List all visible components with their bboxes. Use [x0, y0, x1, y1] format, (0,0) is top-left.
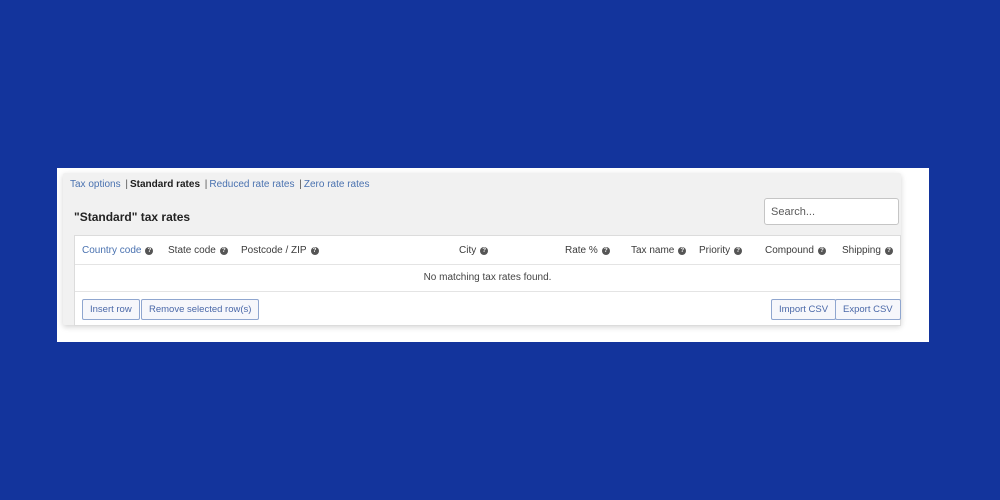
column-label: Country code [82, 245, 142, 256]
subnav-separator: | [125, 179, 128, 190]
subnav-separator: | [299, 179, 302, 190]
page-title: "Standard" tax rates [74, 210, 191, 224]
help-icon[interactable]: ? [480, 246, 489, 255]
subnav-reduced-rates[interactable]: Reduced rate rates [209, 179, 294, 190]
column-label: Rate % [565, 245, 598, 256]
tax-rates-table: Country code? State code? Postcode / ZIP… [74, 235, 901, 326]
subnav-standard-rates[interactable]: Standard rates [130, 179, 200, 190]
help-icon[interactable]: ? [817, 246, 826, 255]
export-csv-button[interactable]: Export CSV [835, 299, 901, 320]
help-icon[interactable]: ? [219, 246, 228, 255]
tax-rates-panel: Tax options | Standard rates | Reduced rat… [63, 173, 901, 326]
tax-subnav: Tax options | Standard rates | Reduced rat… [70, 179, 369, 190]
column-compound: Compound? [765, 245, 826, 256]
column-label: City [459, 245, 477, 256]
subnav-zero-rates[interactable]: Zero rate rates [304, 179, 370, 190]
column-priority: Priority? [699, 245, 743, 256]
help-icon[interactable]: ? [678, 246, 687, 255]
import-csv-button[interactable]: Import CSV [771, 299, 837, 320]
column-country-code[interactable]: Country code? [82, 245, 154, 256]
column-shipping: Shipping? [842, 245, 893, 256]
empty-table-message: No matching tax rates found. [75, 264, 900, 292]
help-icon[interactable]: ? [310, 246, 319, 255]
column-rate: Rate %? [565, 245, 610, 256]
column-label: Compound [765, 245, 814, 256]
help-icon[interactable]: ? [601, 246, 610, 255]
column-city: City? [459, 245, 489, 256]
screenshot-frame: Tax options | Standard rates | Reduced rat… [57, 168, 929, 342]
column-label: Priority [699, 245, 731, 256]
insert-row-button[interactable]: Insert row [82, 299, 140, 320]
column-state-code: State code? [168, 245, 228, 256]
help-icon[interactable]: ? [145, 246, 154, 255]
column-label: Shipping [842, 245, 881, 256]
subnav-separator: | [204, 179, 208, 190]
help-icon[interactable]: ? [884, 246, 893, 255]
subnav-tax-options[interactable]: Tax options [70, 179, 121, 190]
column-label: Tax name [631, 245, 675, 256]
help-icon[interactable]: ? [734, 246, 743, 255]
column-label: Postcode / ZIP [241, 245, 307, 256]
table-header: Country code? State code? Postcode / ZIP… [75, 236, 900, 265]
column-label: State code [168, 245, 216, 256]
search-input[interactable] [764, 198, 899, 225]
column-tax-name: Tax name? [631, 245, 687, 256]
column-postcode: Postcode / ZIP? [241, 245, 319, 256]
remove-selected-rows-button[interactable]: Remove selected row(s) [141, 299, 260, 320]
